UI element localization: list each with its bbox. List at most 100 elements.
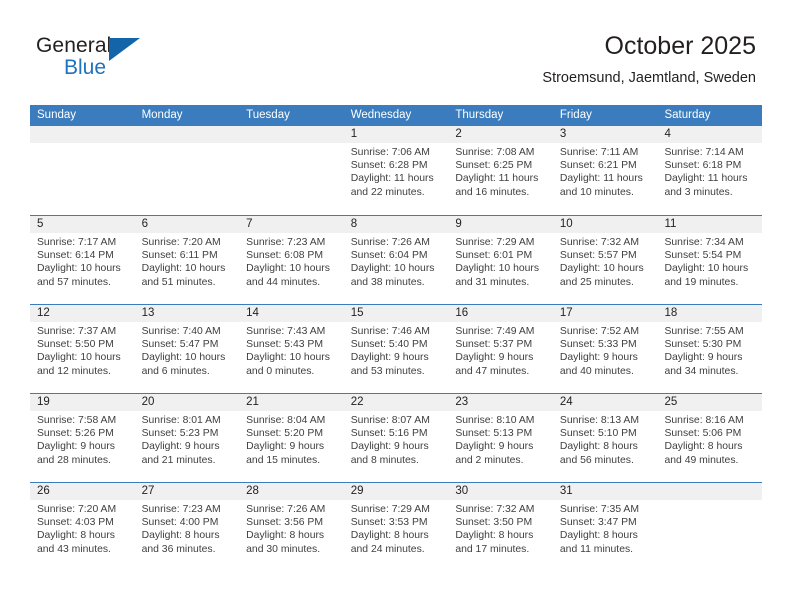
day-details: Sunrise: 7:11 AM Sunset: 6:21 PM Daylight:… [553,143,658,199]
weekday-header-thursday: Thursday [455,109,504,121]
sunrise-text: Sunrise: 7:40 AM [141,326,221,337]
calendar-day-cell[interactable]: 25 Sunrise: 8:16 AM Sunset: 5:06 PM Dayligh… [657,394,763,482]
daylight-text-line2: and 24 minutes. [350,543,425,555]
day-number: 21 [239,394,344,411]
calendar-day-cell[interactable]: 11 Sunrise: 7:34 AM Sunset: 5:54 PM Dayligh… [657,216,763,304]
calendar-day-cell[interactable]: 31 Sunrise: 7:35 AM Sunset: 3:47 PM Dayligh… [552,483,658,571]
daylight-text-line1: Daylight: 11 hours [664,173,748,185]
day-number: 6 [134,216,240,233]
day-number [134,126,240,143]
calendar-day-cell[interactable]: 30 Sunrise: 7:32 AM Sunset: 3:50 PM Dayligh… [448,483,553,571]
calendar-day-cell[interactable]: 20 Sunrise: 8:01 AM Sunset: 5:23 PM Dayligh… [134,394,240,482]
day-details: Sunrise: 7:40 AM Sunset: 5:47 PM Daylight:… [135,322,240,378]
daylight-text-line1: Daylight: 9 hours [455,441,534,453]
title-block: October 2025 Stroemsund, Jaemtland, Swed… [542,30,756,87]
day-number: 7 [239,216,344,233]
day-details: Sunrise: 7:08 AM Sunset: 6:25 PM Daylight:… [448,143,553,199]
sunset-text: Sunset: 5:54 PM [664,250,742,262]
day-number: 9 [448,216,553,233]
calendar-week-row: 19 Sunrise: 7:58 AM Sunset: 5:26 PM Dayligh… [30,393,763,482]
sunrise-text: Sunrise: 7:11 AM [559,147,639,158]
sunrise-text: Sunrise: 7:08 AM [455,147,535,158]
day-number: 2 [448,126,553,143]
weekday-header-monday: Monday [141,109,183,121]
sunrise-text: Sunrise: 7:17 AM [37,237,117,248]
calendar-day-cell[interactable]: 8 Sunrise: 7:26 AM Sunset: 6:04 PM Daylight… [343,216,449,304]
daylight-text-line1: Daylight: 10 hours [246,263,330,275]
daylight-text-line1: Daylight: 8 hours [37,530,115,542]
sunrise-text: Sunrise: 7:06 AM [350,147,430,158]
sunrise-text: Sunrise: 7:23 AM [246,237,326,248]
day-details: Sunrise: 8:04 AM Sunset: 5:20 PM Daylight:… [239,411,344,467]
sunset-text: Sunset: 5:06 PM [664,428,742,440]
daylight-text-line2: and 53 minutes. [350,365,425,377]
calendar-day-cell[interactable]: 22 Sunrise: 8:07 AM Sunset: 5:16 PM Dayligh… [343,394,449,482]
calendar-grid: Sunday Monday Tuesday Wednesday Thursday… [30,105,763,571]
calendar-day-cell[interactable]: 17 Sunrise: 7:52 AM Sunset: 5:33 PM Dayligh… [552,305,658,393]
sunset-text: Sunset: 3:50 PM [455,517,533,529]
sunset-text: Sunset: 6:11 PM [141,250,218,262]
daylight-text-line2: and 21 minutes. [141,454,216,466]
day-number: 30 [448,483,553,500]
sunset-text: Sunset: 3:56 PM [246,517,323,529]
calendar-day-cell[interactable]: 10 Sunrise: 7:32 AM Sunset: 5:57 PM Dayligh… [552,216,658,304]
calendar-day-cell[interactable]: 23 Sunrise: 8:10 AM Sunset: 5:13 PM Dayligh… [448,394,553,482]
triangle-flag-icon [109,38,140,61]
calendar-week-row: 1 Sunrise: 7:06 AM Sunset: 6:28 PM Daylight… [30,126,763,215]
daylight-text-line1: Daylight: 8 hours [455,530,534,542]
sunrise-text: Sunrise: 7:34 AM [664,237,744,248]
daylight-text-line1: Daylight: 8 hours [246,530,325,542]
day-details: Sunrise: 7:17 AM Sunset: 6:14 PM Daylight:… [30,233,135,289]
calendar-day-cell[interactable]: 16 Sunrise: 7:49 AM Sunset: 5:37 PM Dayligh… [448,305,553,393]
daylight-text-line1: Daylight: 11 hours [350,173,434,185]
daylight-text-line1: Daylight: 10 hours [246,352,330,364]
sunset-text: Sunset: 5:37 PM [455,339,533,351]
calendar-day-cell[interactable]: 18 Sunrise: 7:55 AM Sunset: 5:30 PM Dayligh… [657,305,763,393]
day-details: Sunrise: 8:07 AM Sunset: 5:16 PM Daylight:… [344,411,449,467]
day-details: Sunrise: 7:23 AM Sunset: 6:08 PM Daylight:… [239,233,344,289]
sunset-text: Sunset: 6:08 PM [246,250,323,262]
sunrise-text: Sunrise: 7:29 AM [455,237,535,248]
calendar-day-cell[interactable]: 29 Sunrise: 7:29 AM Sunset: 3:53 PM Dayligh… [343,483,449,571]
day-number [657,483,763,500]
sunrise-text: Sunrise: 7:37 AM [37,326,117,337]
calendar-day-cell[interactable]: 6 Sunrise: 7:20 AM Sunset: 6:11 PM Daylight… [134,216,240,304]
daylight-text-line2: and 17 minutes. [455,543,530,555]
calendar-day-cell[interactable]: 2 Sunrise: 7:08 AM Sunset: 6:25 PM Daylight… [448,126,553,215]
calendar-page: General Blue October 2025 Stroemsund, Ja… [0,0,792,612]
brand-logo[interactable]: General Blue [36,34,226,90]
calendar-day-cell[interactable]: 4 Sunrise: 7:14 AM Sunset: 6:18 PM Daylight… [657,126,763,215]
day-number: 24 [552,394,658,411]
sunset-text: Sunset: 4:03 PM [37,517,114,529]
calendar-day-cell[interactable]: 27 Sunrise: 7:23 AM Sunset: 4:00 PM Dayligh… [134,483,240,571]
day-number: 3 [552,126,658,143]
calendar-day-cell[interactable]: 24 Sunrise: 8:13 AM Sunset: 5:10 PM Dayligh… [552,394,658,482]
daylight-text-line1: Daylight: 8 hours [141,530,220,542]
calendar-day-cell[interactable]: 26 Sunrise: 7:20 AM Sunset: 4:03 PM Dayligh… [30,483,135,571]
daylight-text-line1: Daylight: 9 hours [350,352,429,364]
daylight-text-line1: Daylight: 9 hours [246,441,325,453]
sunset-text: Sunset: 5:10 PM [559,428,637,440]
calendar-day-cell[interactable]: 9 Sunrise: 7:29 AM Sunset: 6:01 PM Daylight… [448,216,553,304]
day-number: 23 [448,394,553,411]
calendar-day-cell[interactable]: 13 Sunrise: 7:40 AM Sunset: 5:47 PM Dayligh… [134,305,240,393]
sunrise-text: Sunrise: 7:20 AM [37,504,117,515]
calendar-day-cell[interactable]: 15 Sunrise: 7:46 AM Sunset: 5:40 PM Dayligh… [343,305,449,393]
calendar-day-cell[interactable]: 3 Sunrise: 7:11 AM Sunset: 6:21 PM Daylight… [552,126,658,215]
daylight-text-line2: and 10 minutes. [559,186,634,198]
day-number: 25 [657,394,763,411]
calendar-day-cell[interactable]: 7 Sunrise: 7:23 AM Sunset: 6:08 PM Daylight… [239,216,344,304]
sunrise-text: Sunrise: 7:23 AM [141,504,221,515]
sunrise-text: Sunrise: 7:49 AM [455,326,535,337]
calendar-day-cell[interactable]: 19 Sunrise: 7:58 AM Sunset: 5:26 PM Dayligh… [30,394,135,482]
sunset-text: Sunset: 5:33 PM [559,339,637,351]
calendar-day-cell[interactable]: 1 Sunrise: 7:06 AM Sunset: 6:28 PM Daylight… [343,126,449,215]
day-number: 26 [30,483,135,500]
calendar-day-cell[interactable]: 14 Sunrise: 7:43 AM Sunset: 5:43 PM Dayligh… [239,305,344,393]
calendar-day-cell[interactable]: 21 Sunrise: 8:04 AM Sunset: 5:20 PM Dayligh… [239,394,344,482]
calendar-day-cell[interactable]: 12 Sunrise: 7:37 AM Sunset: 5:50 PM Dayligh… [30,305,135,393]
calendar-day-cell[interactable]: 5 Sunrise: 7:17 AM Sunset: 6:14 PM Daylight… [30,216,135,304]
day-number: 20 [134,394,240,411]
calendar-day-cell[interactable]: 28 Sunrise: 7:26 AM Sunset: 3:56 PM Dayligh… [239,483,344,571]
day-details: Sunrise: 7:37 AM Sunset: 5:50 PM Daylight:… [30,322,135,378]
